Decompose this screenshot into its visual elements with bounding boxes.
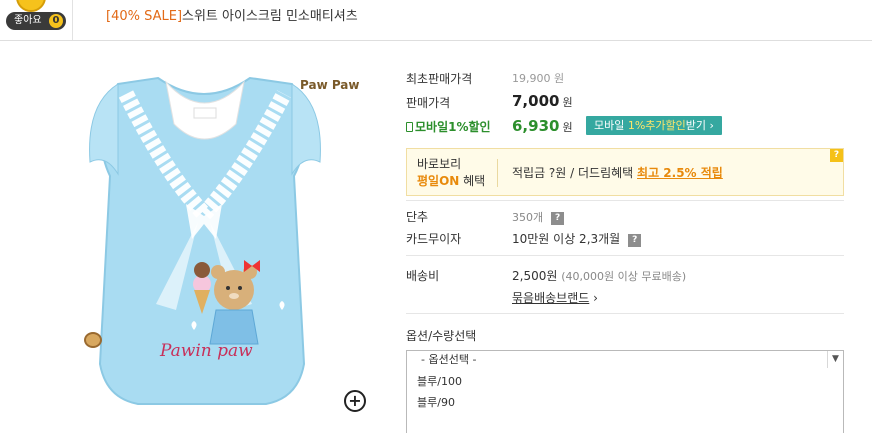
cookie-decoration <box>84 332 102 348</box>
like-box[interactable]: 좋아요 0 <box>0 0 72 40</box>
mobile-btn-highlight: 1%추가할인 <box>627 119 686 132</box>
card-label: 카드무이자 <box>406 232 462 246</box>
benefit-title-line1: 바로보리 <box>417 157 462 171</box>
mobile-price-unit: 원 <box>562 121 573 134</box>
like-button[interactable]: 좋아요 0 <box>6 12 66 30</box>
sale-price-value: 7,000 <box>512 92 560 110</box>
sale-price-label: 판매가격 <box>406 96 451 110</box>
zoom-icon[interactable]: + <box>344 390 366 412</box>
shipping-value: 2,500원 (40,000원 이상 무료배송) <box>512 267 686 284</box>
benefit-title: 바로보리 평일ON 혜택 <box>417 156 485 190</box>
original-price-label: 최초판매가격 <box>406 72 473 86</box>
shipping-note: (40,000원 이상 무료배송) <box>561 270 687 283</box>
benefit-suffix: 혜택 <box>459 174 486 188</box>
header-bottom-divider <box>0 40 872 41</box>
bundle-link[interactable]: 묶음배송브랜드 › <box>512 289 598 306</box>
benefit-box: 바로보리 평일ON 혜택 적립금 ?원 / 더드림혜택 최고 2.5% 적립 ? <box>406 148 844 196</box>
option-dropdown-list: 블루/100 블루/90 <box>406 368 844 433</box>
options-label: 옵션/수량선택 <box>406 329 477 343</box>
mobile-price: 6,930 원 <box>512 117 573 135</box>
like-count: 0 <box>49 14 63 28</box>
sold-count: 350개 <box>512 211 544 224</box>
divider-1 <box>406 200 844 201</box>
sold-label: 단추 <box>406 210 429 224</box>
mobile-discount-text: 모바일1%할인 <box>415 120 491 134</box>
bundle-link-text[interactable]: 묶음배송브랜드 <box>512 291 589 305</box>
sold-value: 350개? <box>512 209 565 225</box>
sold-help-icon[interactable]: ? <box>551 212 565 225</box>
brand-logo: Paw Paw <box>300 78 360 92</box>
benefit-help-icon[interactable]: ? <box>830 149 843 162</box>
benefit-max-link[interactable]: 최고 2.5% 적립 <box>637 166 723 180</box>
card-help-icon[interactable]: ? <box>628 234 642 247</box>
bundle-arrow-icon: › <box>589 291 598 305</box>
benefit-title-line2: 평일ON 혜택 <box>417 173 485 190</box>
mobile-btn-pre: 모바일 <box>594 119 628 132</box>
option-item[interactable]: 블루/90 <box>417 394 455 410</box>
like-icon <box>16 0 46 12</box>
chevron-down-icon[interactable]: ▼ <box>827 351 843 368</box>
benefit-on-label: 평일ON <box>417 174 460 188</box>
header-divider <box>72 0 73 40</box>
option-item[interactable]: 블루/100 <box>417 373 462 389</box>
mobile-btn-post: 받기 › <box>685 119 714 132</box>
benefit-points-text: 적립금 ?원 / 더드림혜택 <box>512 166 638 180</box>
sale-tag: [40% SALE] <box>106 9 183 24</box>
shipping-fee: 2,500원 <box>512 269 558 283</box>
product-image[interactable]: Pawin paw Paw Paw + <box>26 64 380 418</box>
like-label: 좋아요 <box>14 15 42 26</box>
mobile-price-value: 6,930 <box>512 117 560 135</box>
sale-price-unit: 원 <box>562 96 573 109</box>
divider-2 <box>406 255 844 256</box>
shirt-print-text: Pawin paw <box>159 341 253 361</box>
benefit-separator <box>497 159 498 187</box>
mobile-discount-label: 모바일1%할인 <box>406 118 491 135</box>
card-installment: 10만원 이상 2,3개월 <box>512 232 621 246</box>
benefit-text: 적립금 ?원 / 더드림혜택 최고 2.5% 적립 <box>512 164 723 181</box>
original-price-value: 19,900 원 <box>512 72 565 85</box>
product-name: 스위트 아이스크림 민소매티셔츠 <box>182 9 358 24</box>
option-select[interactable]: - 옵션선택 - ▼ <box>406 350 844 369</box>
option-select-value: - 옵션선택 - <box>421 353 477 366</box>
product-title: [40% SALE]스위트 아이스크림 민소매티셔츠 <box>106 5 358 24</box>
mobile-extra-discount-button[interactable]: 모바일 1%추가할인받기 › <box>586 116 722 135</box>
card-value: 10만원 이상 2,3개월? <box>512 230 642 247</box>
divider-3 <box>406 313 844 314</box>
phone-icon <box>406 122 413 132</box>
shipping-label: 배송비 <box>406 269 440 283</box>
sale-price: 7,000 원 <box>512 92 573 110</box>
shirt-illustration: Pawin paw <box>89 76 321 405</box>
